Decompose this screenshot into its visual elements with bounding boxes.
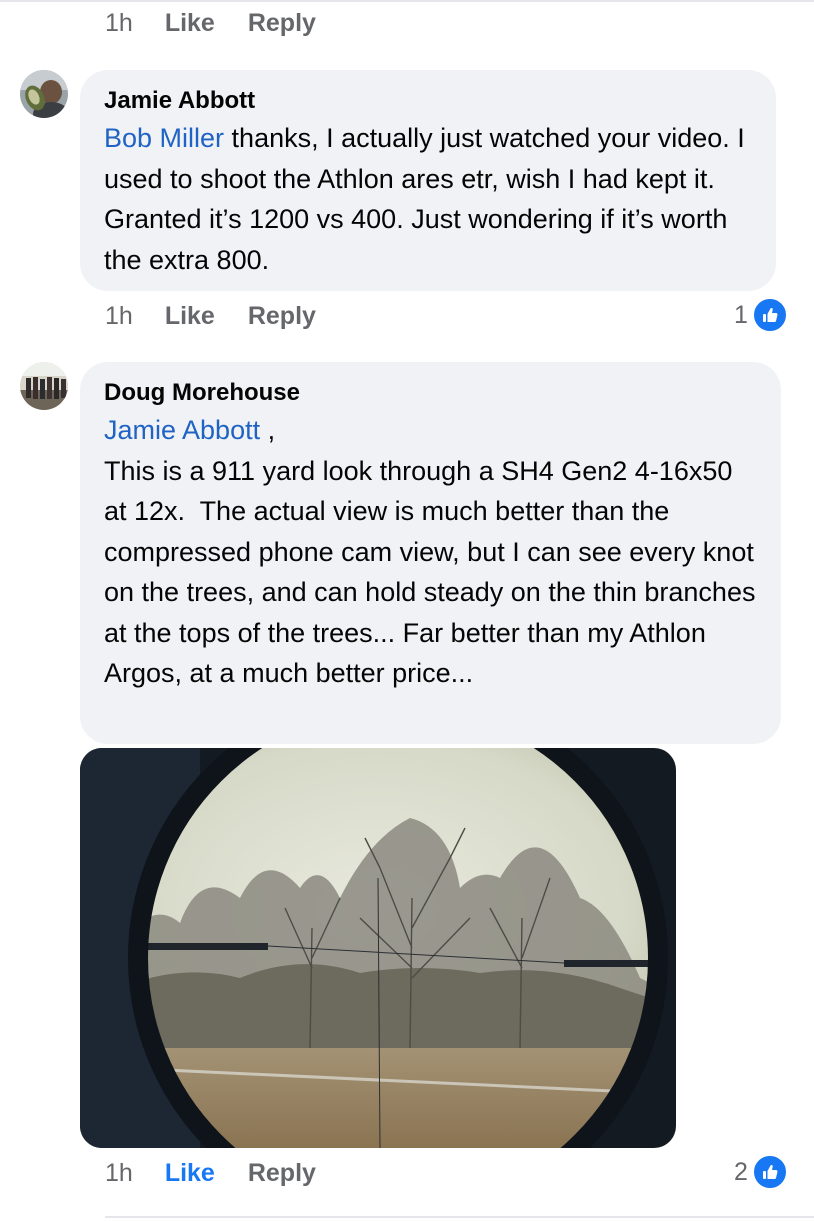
reply-button[interactable]: Reply xyxy=(248,302,316,331)
reaction-count: 2 xyxy=(734,1157,748,1186)
comment-author[interactable]: Jamie Abbott xyxy=(104,84,752,118)
mention-suffix: , xyxy=(260,415,276,445)
comment-text: Bob Miller thanks, I actually just watch… xyxy=(104,118,752,280)
reaction-summary[interactable]: 1 xyxy=(734,297,788,333)
thumbs-up-icon xyxy=(751,1154,788,1190)
comment-timestamp[interactable]: 1h xyxy=(105,302,133,331)
like-button[interactable]: Like xyxy=(165,9,215,38)
like-button[interactable]: Like xyxy=(165,302,215,331)
comment-body: This is a 911 yard look through a SH4 Ge… xyxy=(104,455,763,689)
avatar[interactable] xyxy=(20,70,68,118)
reaction-count: 1 xyxy=(734,300,748,329)
comment-mention-line: Jamie Abbott , xyxy=(104,410,757,451)
reply-button[interactable]: Reply xyxy=(248,1159,316,1188)
bottom-divider xyxy=(105,1216,814,1218)
mention-link[interactable]: Bob Miller xyxy=(104,123,224,153)
comment-timestamp[interactable]: 1h xyxy=(105,1159,133,1188)
reply-button[interactable]: Reply xyxy=(248,9,316,38)
comment-actions: 1h Like Reply xyxy=(105,301,349,331)
comment-photo[interactable] xyxy=(80,748,676,1148)
comment-bubble: Doug Morehouse Jamie Abbott , This is a … xyxy=(80,362,781,744)
comment-actions: 1h Like Reply xyxy=(105,1158,349,1188)
thumbs-up-icon xyxy=(751,297,788,333)
top-divider xyxy=(0,0,814,2)
reaction-summary[interactable]: 2 xyxy=(734,1154,788,1190)
like-button[interactable]: Like xyxy=(165,1159,215,1188)
comment-author[interactable]: Doug Morehouse xyxy=(104,376,757,410)
avatar[interactable] xyxy=(20,362,68,410)
comment-timestamp[interactable]: 1h xyxy=(105,9,133,38)
mention-link[interactable]: Jamie Abbott xyxy=(104,415,260,445)
previous-comment-actions: 1h Like Reply xyxy=(105,8,349,38)
comment-bubble: Jamie Abbott Bob Miller thanks, I actual… xyxy=(80,70,776,291)
